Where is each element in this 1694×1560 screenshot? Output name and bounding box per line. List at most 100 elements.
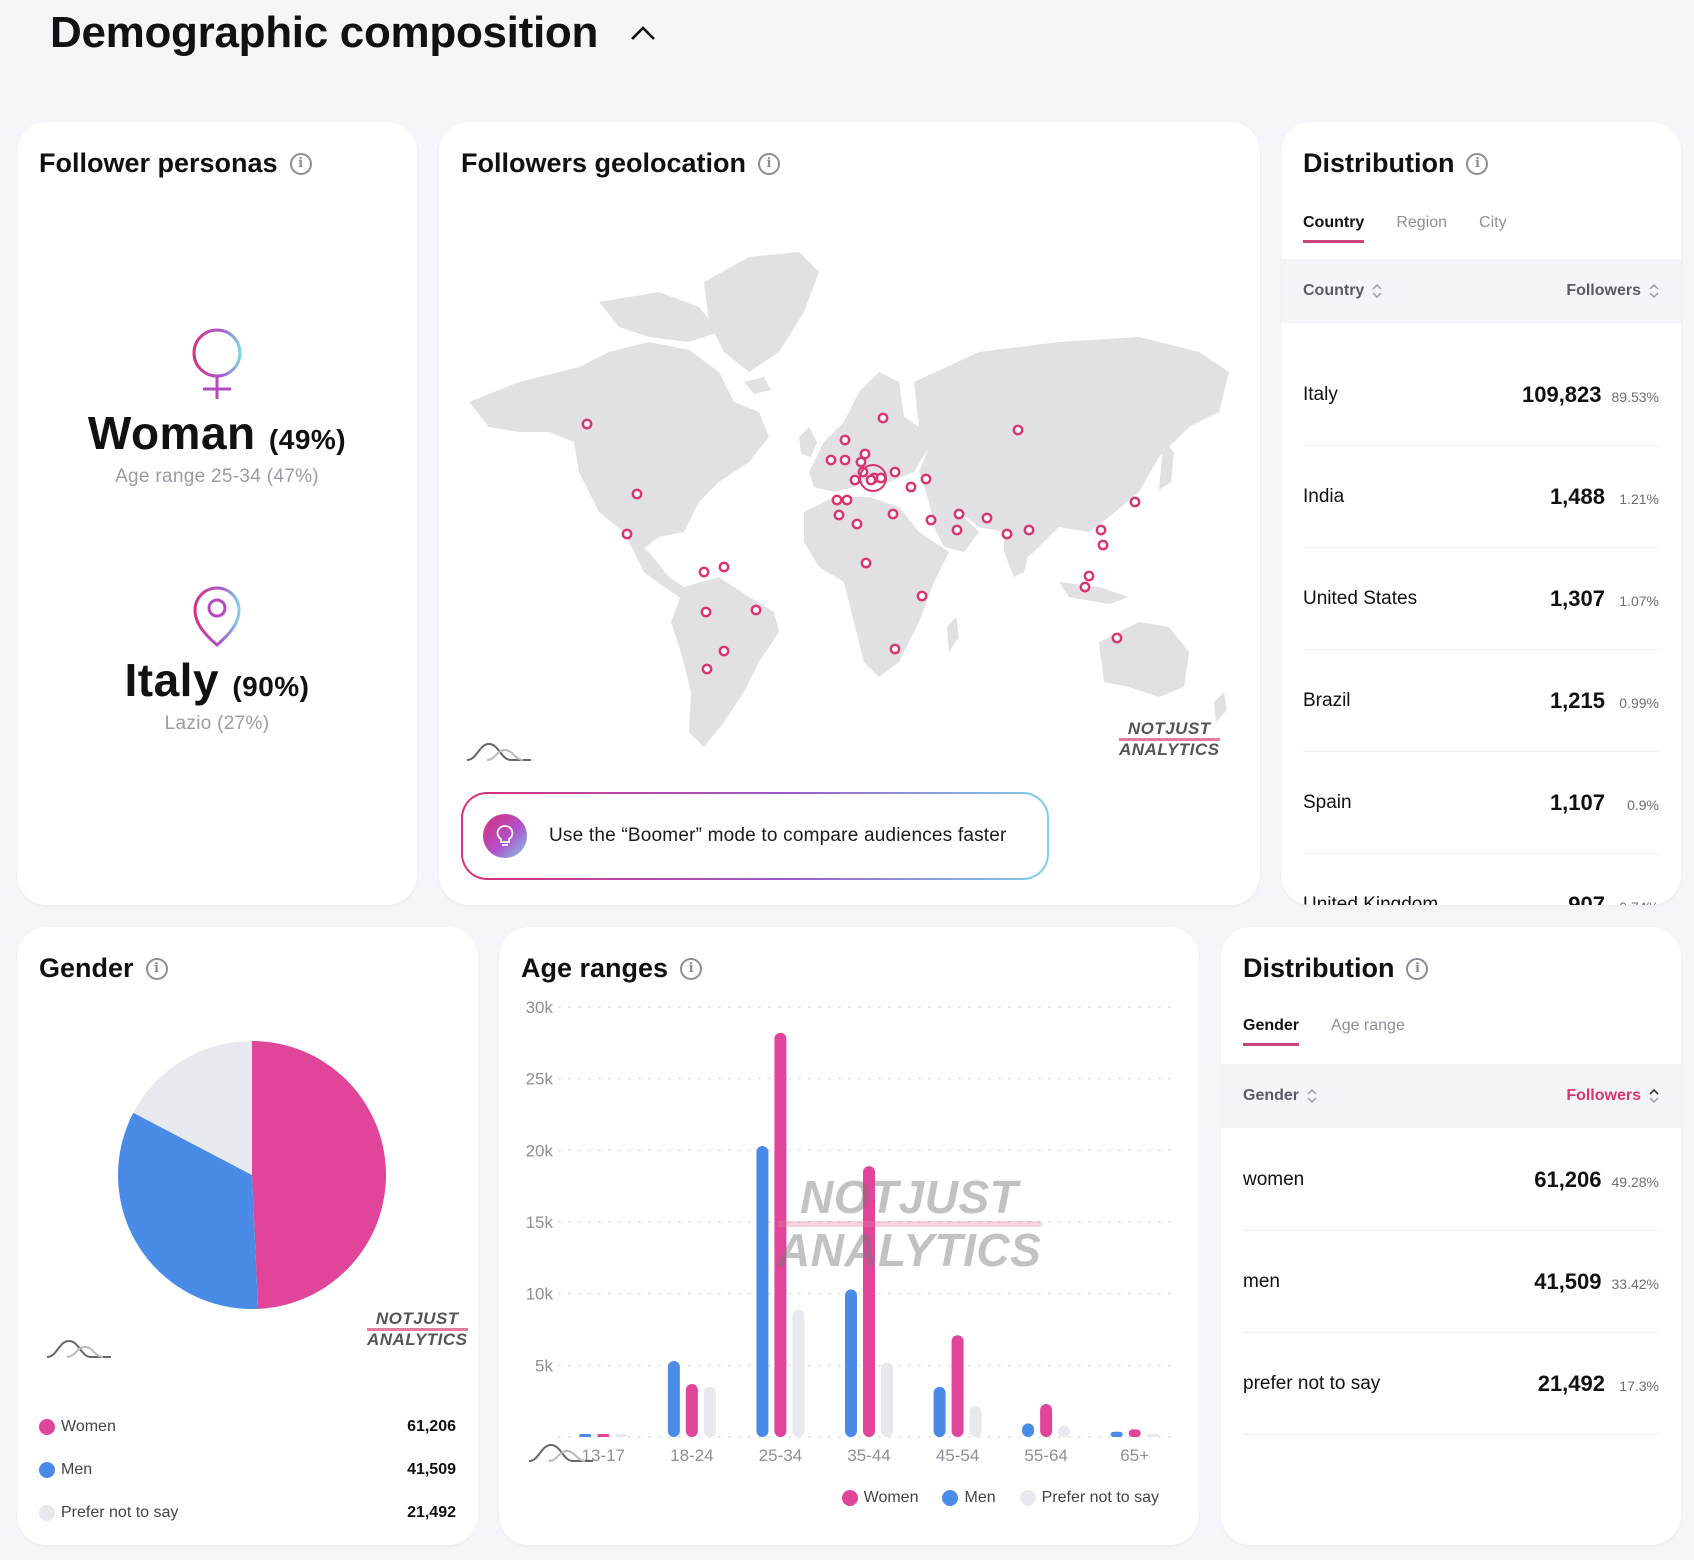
legend-dot	[39, 1418, 55, 1435]
map-marker[interactable]	[1111, 632, 1123, 644]
map-marker[interactable]	[698, 566, 710, 578]
info-icon[interactable]: i	[680, 957, 703, 980]
map-marker[interactable]	[905, 481, 917, 493]
tab-country[interactable]: Country	[1303, 214, 1365, 243]
gender-card: Gender i NOTJUST ANALYTICS Women 61,206 Me…	[17, 927, 478, 1545]
sort-by-followers[interactable]: Followers	[1566, 1087, 1659, 1105]
collapse-section-button[interactable]	[628, 18, 658, 48]
pie-slice-women[interactable]	[252, 1041, 386, 1309]
map-marker[interactable]	[825, 454, 837, 466]
tab-region[interactable]: Region	[1396, 214, 1447, 243]
map-marker[interactable]	[887, 508, 899, 520]
table-row[interactable]: Spain 1,107 0.9%	[1303, 752, 1659, 854]
bar-prefer-not-to-say-25-34[interactable]	[792, 1309, 805, 1437]
table-row[interactable]: Brazil 1,215 0.99%	[1303, 650, 1659, 752]
map-marker[interactable]	[1095, 524, 1107, 536]
legend-item[interactable]: Women	[841, 1489, 918, 1507]
bar-prefer-not-to-say-55-64[interactable]	[1058, 1425, 1071, 1437]
map-marker[interactable]	[981, 512, 993, 524]
map-marker[interactable]	[621, 528, 633, 540]
sort-by-country[interactable]: Country	[1303, 282, 1382, 300]
tab-age-range[interactable]: Age range	[1331, 1017, 1405, 1046]
map-marker[interactable]	[920, 473, 932, 485]
bar-women-65+[interactable]	[1128, 1429, 1141, 1437]
legend-item[interactable]: Women 61,206	[39, 1405, 456, 1448]
map-marker[interactable]	[1083, 570, 1095, 582]
table-row[interactable]: women 61,206 49.28%	[1243, 1129, 1659, 1231]
map-marker[interactable]	[718, 645, 730, 657]
map-marker[interactable]	[833, 509, 845, 521]
bar-women-55-64[interactable]	[1040, 1404, 1053, 1437]
bar-prefer-not-to-say-13-17[interactable]	[615, 1434, 628, 1437]
row-followers: 1,488	[1549, 483, 1605, 509]
map-marker[interactable]	[889, 466, 901, 478]
map-marker[interactable]	[875, 472, 887, 484]
bar-men-18-24[interactable]	[667, 1361, 680, 1437]
bar-women-18-24[interactable]	[685, 1383, 698, 1437]
bar-prefer-not-to-say-18-24[interactable]	[703, 1386, 716, 1437]
map-marker[interactable]	[1097, 539, 1109, 551]
bar-men-45-54[interactable]	[933, 1386, 946, 1437]
map-marker[interactable]	[849, 474, 861, 486]
map-marker[interactable]	[951, 524, 963, 536]
map-marker[interactable]	[865, 474, 877, 486]
tab-city[interactable]: City	[1479, 214, 1507, 243]
bar-prefer-not-to-say-65+[interactable]	[1146, 1434, 1159, 1437]
bar-prefer-not-to-say-45-54[interactable]	[969, 1406, 982, 1437]
info-icon[interactable]: i	[1406, 957, 1429, 980]
land-australia	[1099, 622, 1189, 697]
table-row[interactable]: India 1,488 1.21%	[1303, 446, 1659, 548]
table-row[interactable]: Italy 109,823 89.53%	[1303, 344, 1659, 446]
bar-women-13-17[interactable]	[597, 1434, 610, 1437]
map-marker[interactable]	[859, 448, 871, 460]
info-icon[interactable]: i	[758, 152, 781, 175]
legend-item[interactable]: Men	[942, 1489, 996, 1507]
map-marker[interactable]	[718, 561, 730, 573]
map-marker[interactable]	[877, 412, 889, 424]
map-marker[interactable]	[916, 590, 928, 602]
map-marker[interactable]	[831, 494, 843, 506]
sort-by-followers[interactable]: Followers	[1566, 282, 1659, 300]
map-marker[interactable]	[1001, 528, 1013, 540]
map-marker[interactable]	[701, 663, 713, 675]
bar-women-45-54[interactable]	[951, 1335, 964, 1437]
table-row[interactable]: prefer not to say 21,492 17.3%	[1243, 1333, 1659, 1435]
map-marker[interactable]	[700, 606, 712, 618]
world-map[interactable]	[459, 232, 1239, 752]
boomer-mode-tip[interactable]: Use the “Boomer” mode to compare audienc…	[461, 792, 1049, 880]
table-row[interactable]: men 41,509 33.42%	[1243, 1231, 1659, 1333]
map-marker[interactable]	[1012, 424, 1024, 436]
bar-men-65+[interactable]	[1110, 1431, 1123, 1437]
map-marker[interactable]	[750, 604, 762, 616]
bar-prefer-not-to-say-35-44[interactable]	[881, 1362, 893, 1437]
info-icon[interactable]: i	[145, 957, 168, 980]
legend-item[interactable]: Prefer not to say	[1019, 1489, 1159, 1507]
legend-text: Men	[964, 1489, 996, 1506]
bar-men-13-17[interactable]	[579, 1434, 592, 1437]
bar-men-55-64[interactable]	[1022, 1423, 1035, 1437]
map-marker[interactable]	[889, 643, 901, 655]
map-marker[interactable]	[1079, 581, 1091, 593]
map-marker[interactable]	[860, 557, 872, 569]
sort-by-gender[interactable]: Gender	[1243, 1087, 1317, 1105]
map-marker[interactable]	[581, 418, 593, 430]
map-marker[interactable]	[1129, 496, 1141, 508]
map-marker[interactable]	[631, 488, 643, 500]
table-row[interactable]: United States 1,307 1.07%	[1303, 548, 1659, 650]
table-row[interactable]: United Kingdom 907 0.74%	[1303, 854, 1659, 905]
map-marker[interactable]	[851, 518, 863, 530]
x-tick-label: 18-24	[670, 1446, 713, 1465]
map-marker[interactable]	[839, 434, 851, 446]
info-icon[interactable]: i	[1466, 152, 1489, 175]
map-marker[interactable]	[839, 454, 851, 466]
map-marker[interactable]	[1023, 524, 1035, 536]
bar-men-35-44[interactable]	[845, 1289, 857, 1437]
legend-item[interactable]: Men 41,509	[39, 1448, 456, 1491]
legend-item[interactable]: Prefer not to say 21,492	[39, 1491, 456, 1534]
bar-men-25-34[interactable]	[756, 1146, 769, 1437]
map-marker[interactable]	[841, 494, 853, 506]
tab-gender[interactable]: Gender	[1243, 1017, 1300, 1046]
map-marker[interactable]	[953, 508, 965, 520]
map-marker[interactable]	[925, 514, 937, 526]
info-icon[interactable]: i	[289, 152, 312, 175]
